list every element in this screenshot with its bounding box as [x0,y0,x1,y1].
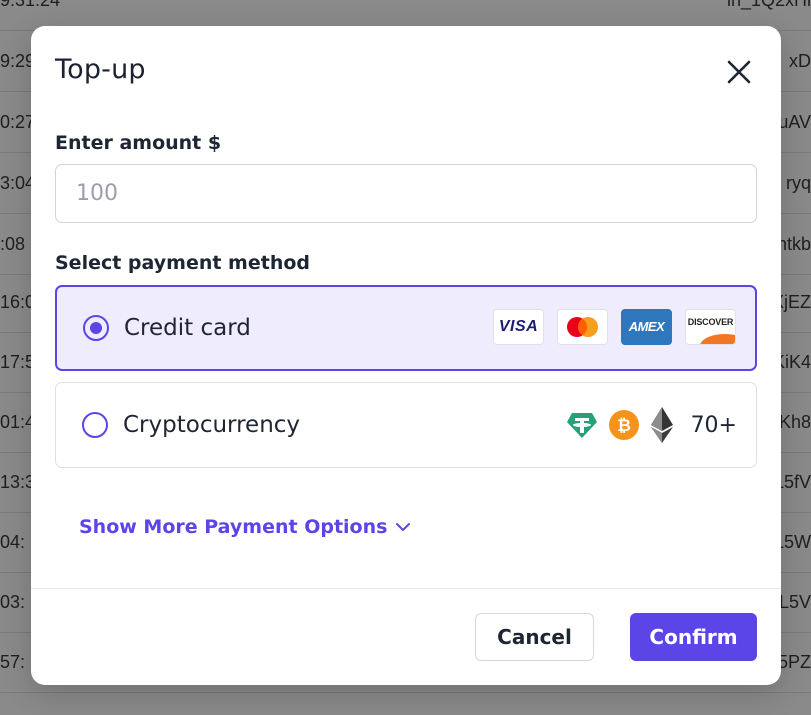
payment-option-crypto[interactable]: Cryptocurrency ₿ 70+ [55,382,757,468]
row-time: :08 [0,234,26,254]
crypto-label: Cryptocurrency [123,412,301,438]
row-time: 01:4 [0,412,36,432]
radio-selected-dot [90,322,102,334]
credit-card-label: Credit card [124,315,251,341]
amount-input[interactable] [55,164,757,223]
amex-icon: AMEX [621,309,672,345]
row-id: uAV [778,112,811,132]
radio-crypto[interactable] [82,412,108,438]
crypto-more-count: 70+ [690,412,737,438]
row-id: Kh8 [778,412,811,432]
amount-label: Enter amount $ [55,132,222,154]
close-icon [727,60,751,84]
row-time: 17:5 [0,352,36,372]
payment-option-credit-card[interactable]: Credit card VISA AMEX DISCOVER [55,285,757,371]
row-id: xD [789,51,811,71]
row-time: 03: [0,592,26,612]
bitcoin-icon: ₿ [608,410,639,440]
topup-modal: Top-up Enter amount $ Select payment met… [31,26,781,685]
row-time: 13:3 [0,472,36,492]
confirm-button[interactable]: Confirm [630,613,757,661]
row-time: 3:04 [0,173,36,193]
cancel-button[interactable]: Cancel [475,613,594,661]
footer-divider [31,588,781,589]
row-id: ryq [785,173,811,193]
row-time: 16:0 [0,292,36,312]
close-button[interactable] [725,58,753,86]
payment-method-label: Select payment method [55,252,311,274]
crypto-brands: ₿ 70+ [566,383,737,467]
mastercard-icon [557,309,608,345]
row-time: 0:27 [0,112,36,132]
ethereum-icon [650,407,673,443]
row-time: 9:29 [0,51,36,71]
show-more-payment-options[interactable]: Show More Payment Options [79,516,411,538]
row-id: L5V [778,592,811,612]
visa-icon: VISA [493,309,544,345]
svg-text:₿: ₿ [617,416,631,436]
chevron-down-icon [396,523,411,531]
tether-icon [566,413,597,438]
radio-credit-card[interactable] [83,315,109,341]
discover-icon: DISCOVER [685,309,736,345]
row-id: ntkb [776,234,811,254]
show-more-label: Show More Payment Options [79,516,388,538]
row-time: 04: [0,532,26,552]
card-brands: VISA AMEX DISCOVER [493,309,736,345]
row-time: 57: [0,652,26,672]
modal-title: Top-up [55,54,146,85]
